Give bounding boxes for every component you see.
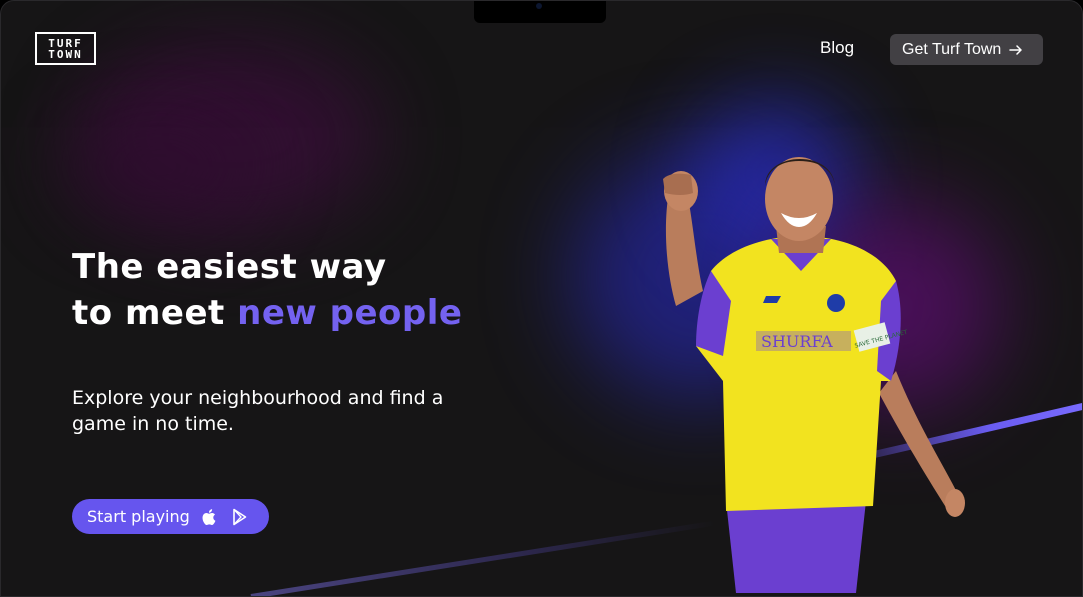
jersey-sponsor-text: SHURFA [761, 332, 833, 351]
camera-icon [536, 3, 542, 9]
apple-icon [200, 507, 220, 527]
google-play-icon [230, 507, 250, 527]
headline-line-2: to meet new people [72, 290, 462, 336]
nav-blog-link[interactable]: Blog [820, 38, 854, 58]
player-celebration-image: SHURFA SAVE THE PLANET [663, 157, 965, 593]
headline-line-1: The easiest way [72, 247, 387, 287]
start-playing-button[interactable]: Start playing [72, 499, 269, 534]
get-turf-town-label: Get Turf Town [902, 40, 1002, 58]
app-window: TURF TOWN Blog Get Turf Town The easiest… [0, 0, 1083, 597]
get-turf-town-button[interactable]: Get Turf Town [890, 34, 1043, 65]
arrow-right-icon [1009, 44, 1023, 55]
background-glow-left-secondary [61, 111, 261, 221]
hero-subtitle: Explore your neighbourhood and find a ga… [72, 387, 444, 435]
headline-accent-text: new people [237, 293, 463, 333]
turf-town-logo[interactable]: TURF TOWN [35, 32, 96, 65]
headline-word-meet: meet [124, 293, 225, 333]
logo-text-top: TURF [48, 36, 83, 50]
start-playing-label: Start playing [87, 507, 190, 526]
camera-notch [474, 1, 606, 23]
hero-headline: The easiest way to meet new people [72, 244, 462, 336]
headline-word-to: to [72, 293, 113, 333]
logo-text-bottom: TOWN [48, 47, 83, 61]
